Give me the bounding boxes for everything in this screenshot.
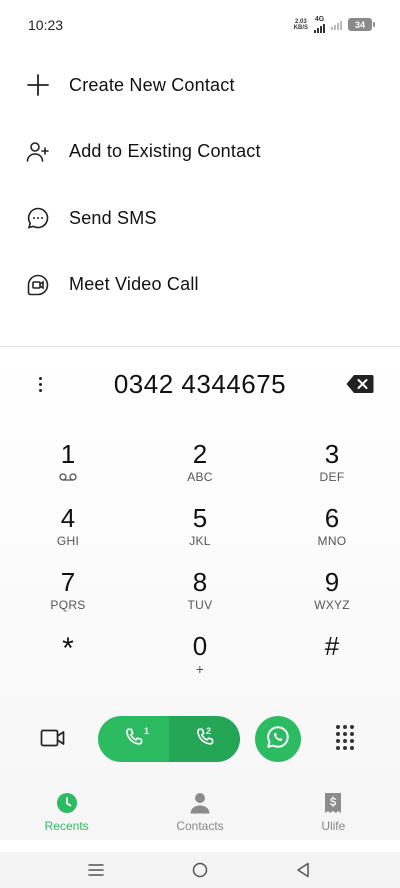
back-icon[interactable] <box>293 860 313 880</box>
key-4[interactable]: 4 GHI <box>0 503 136 567</box>
dialpad-toggle-icon[interactable] <box>336 725 358 753</box>
create-new-contact-item[interactable]: Create New Contact <box>0 52 400 119</box>
plus-icon <box>26 73 50 97</box>
key-star[interactable]: * <box>0 631 136 695</box>
phone-icon <box>194 726 216 753</box>
add-to-existing-contact-label: Add to Existing Contact <box>69 141 261 162</box>
call-buttons-pill: 1 2 <box>98 716 240 762</box>
key-digit: * <box>62 632 74 665</box>
battery-level: 34 <box>354 19 365 30</box>
key-digit: 7 <box>60 567 76 597</box>
send-sms-item[interactable]: Send SMS <box>0 185 400 252</box>
home-icon[interactable] <box>190 860 210 880</box>
add-to-existing-contact-item[interactable]: Add to Existing Contact <box>0 119 400 186</box>
key-1[interactable]: 1 <box>0 439 136 503</box>
network-speed: 2.03 KB/S <box>293 18 308 31</box>
dial-panel: 0342 4344675 1 2 ABC 3 DEF 4 GHI 5 JKL 6… <box>0 347 400 840</box>
tab-recents-label: Recents <box>44 819 89 833</box>
signal-bars-sim2-icon <box>331 20 342 30</box>
key-letters: + <box>195 661 205 677</box>
key-digit: 6 <box>324 503 340 533</box>
meet-video-icon <box>26 273 50 297</box>
key-digit: 0 <box>192 631 208 661</box>
key-letters: JKL <box>189 534 211 548</box>
call-sim2-button[interactable]: 2 <box>169 716 240 762</box>
key-digit: 5 <box>192 503 208 533</box>
meet-video-call-label: Meet Video Call <box>69 274 199 295</box>
tab-contacts-label: Contacts <box>176 819 224 833</box>
recent-apps-icon[interactable] <box>86 860 106 880</box>
person-icon <box>188 791 212 815</box>
voicemail-icon <box>59 469 77 485</box>
key-letters: MNO <box>317 534 347 548</box>
key-digit: 2 <box>192 439 208 469</box>
key-0[interactable]: 0 + <box>136 631 264 695</box>
key-digit: 8 <box>192 567 208 597</box>
call-actions-row: 1 2 <box>0 716 400 762</box>
tab-ulife-label: Ulife <box>321 819 346 833</box>
status-time: 10:23 <box>28 17 64 33</box>
key-digit: 4 <box>60 503 76 533</box>
backspace-icon[interactable] <box>346 374 374 394</box>
key-2[interactable]: 2 ABC <box>136 439 264 503</box>
key-digit: 1 <box>60 439 76 469</box>
key-6[interactable]: 6 MNO <box>264 503 400 567</box>
video-call-icon[interactable] <box>40 727 66 749</box>
phone-icon <box>123 726 145 753</box>
key-7[interactable]: 7 PQRS <box>0 567 136 631</box>
key-5[interactable]: 5 JKL <box>136 503 264 567</box>
key-letters: PQRS <box>50 598 86 612</box>
number-actions-menu: Create New Contact Add to Existing Conta… <box>0 52 400 318</box>
bottom-navigation: Recents Contacts Ulife <box>0 791 400 841</box>
whatsapp-call-button[interactable] <box>255 716 301 762</box>
more-options-icon[interactable] <box>28 371 52 397</box>
status-indicators: 2.03 KB/S 4G 34 <box>293 16 375 33</box>
key-letters: ABC <box>187 470 213 484</box>
battery-icon: 34 <box>348 18 375 31</box>
number-row: 0342 4344675 <box>0 367 400 401</box>
tab-ulife[interactable]: Ulife <box>267 791 400 841</box>
key-digit: # <box>324 631 340 661</box>
key-digit: 9 <box>324 567 340 597</box>
key-letters: DEF <box>319 470 345 484</box>
key-digit: 3 <box>324 439 340 469</box>
tab-recents[interactable]: Recents <box>0 791 133 841</box>
sim1-badge: 1 <box>144 726 150 736</box>
key-letters: TUV <box>187 598 213 612</box>
create-new-contact-label: Create New Contact <box>69 74 235 95</box>
key-letters: GHI <box>56 534 80 548</box>
signal-4g: 4G <box>314 16 325 33</box>
keypad: 1 2 ABC 3 DEF 4 GHI 5 JKL 6 MNO 7 PQRS 8… <box>0 439 400 695</box>
tab-contacts[interactable]: Contacts <box>133 791 266 841</box>
status-bar: 10:23 2.03 KB/S 4G 34 <box>0 0 400 50</box>
call-sim1-button[interactable]: 1 <box>98 716 169 762</box>
ulife-wallet-icon <box>321 791 345 815</box>
meet-video-call-item[interactable]: Meet Video Call <box>0 252 400 319</box>
dialed-number[interactable]: 0342 4344675 <box>0 367 400 401</box>
key-8[interactable]: 8 TUV <box>136 567 264 631</box>
network-type: 4G <box>314 16 325 23</box>
key-hash[interactable]: # <box>264 631 400 695</box>
send-sms-label: Send SMS <box>69 207 157 228</box>
sim2-badge: 2 <box>206 726 212 736</box>
clock-icon <box>55 791 79 815</box>
key-letters: WXYZ <box>314 598 350 612</box>
key-9[interactable]: 9 WXYZ <box>264 567 400 631</box>
sms-bubble-icon <box>26 206 50 230</box>
whatsapp-icon <box>265 724 291 755</box>
signal-bars-icon <box>314 23 325 33</box>
key-3[interactable]: 3 DEF <box>264 439 400 503</box>
add-person-icon <box>26 140 50 164</box>
system-navigation-bar <box>0 852 400 888</box>
